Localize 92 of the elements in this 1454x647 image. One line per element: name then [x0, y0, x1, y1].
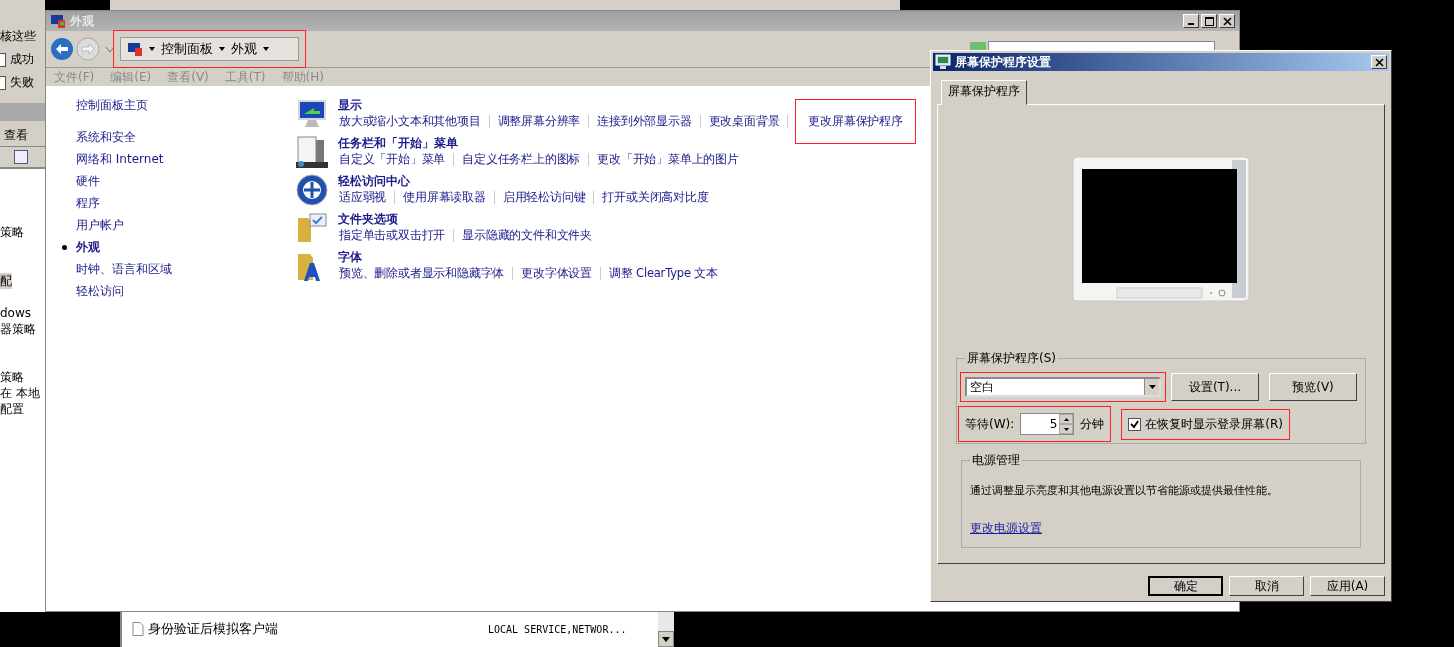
caret-icon[interactable]	[263, 47, 269, 51]
task-link[interactable]: 更改字体设置	[521, 266, 592, 281]
task-link[interactable]: 预览、删除或者显示和隐藏字体	[339, 266, 505, 281]
spin-down-button[interactable]	[1059, 424, 1074, 434]
dialog-button[interactable]: 应用(A)	[1310, 576, 1385, 596]
task-link[interactable]: 启用轻松访问键	[502, 190, 586, 205]
window-title: 外观	[70, 12, 95, 30]
close-button[interactable]	[1371, 55, 1387, 69]
close-button[interactable]	[1219, 14, 1235, 28]
accessibility-icon	[296, 174, 328, 206]
monitor-icon	[50, 13, 66, 29]
category-title[interactable]: 轻松访问中心	[338, 174, 710, 189]
category-title[interactable]: 文件夹选项	[338, 212, 593, 227]
spin-up-button[interactable]	[1059, 414, 1074, 424]
task-link[interactable]: 调整 ClearType 文本	[609, 266, 718, 281]
sidebar-link[interactable]: 控制面板主页	[76, 96, 148, 114]
checkbox-label: 成功	[10, 51, 34, 68]
tree-item[interactable]: 在 本地	[0, 385, 40, 401]
tree-item[interactable]: 策略	[0, 224, 24, 240]
checkbox[interactable]	[1128, 417, 1142, 431]
task-link[interactable]: 显示隐藏的文件和文件夹	[462, 228, 592, 243]
checkbox-label: 在恢复时显示登录屏幕(R)	[1145, 415, 1283, 433]
task-link[interactable]: 调整屏幕分辨率	[497, 114, 581, 129]
task-link[interactable]: 打开或关闭高对比度	[602, 190, 709, 205]
sidebar-link[interactable]: 网络和 Internet	[76, 150, 164, 168]
tree-item[interactable]: dows	[0, 305, 32, 321]
dialog-button[interactable]: 确定	[1148, 576, 1223, 596]
minutes-spinner[interactable]: 5	[1020, 413, 1075, 435]
document-icon	[132, 622, 144, 636]
panel-text: 核这些	[0, 28, 37, 45]
power-settings-link[interactable]: 更改电源设置	[970, 521, 1042, 535]
sidebar-link[interactable]: 时钟、语言和区域	[76, 260, 172, 278]
monitor-icon	[296, 98, 328, 130]
monitor-icon	[127, 41, 143, 57]
dialog-title: 屏幕保护程序设置	[955, 53, 1052, 71]
description-text: 通过调整显示亮度和其他电源设置以节省能源或提供最佳性能。	[970, 483, 1279, 498]
checkbox[interactable]	[0, 52, 6, 67]
sidebar-link[interactable]: 程序	[76, 194, 100, 212]
sidebar-link[interactable]: 硬件	[76, 172, 100, 190]
task-link[interactable]: 更改桌面背景	[708, 114, 780, 129]
group-label: 电源管理	[971, 452, 1021, 469]
tree-item[interactable]: 配置	[0, 401, 24, 417]
folder-icon	[296, 212, 328, 244]
breadcrumb-item[interactable]: 外观	[231, 40, 257, 58]
task-link[interactable]: 放大或缩小文本和其他项目	[339, 114, 481, 129]
title-bar	[0, 103, 45, 121]
task-link[interactable]: 使用屏幕读取器	[403, 190, 486, 205]
tree-item[interactable]: 策略	[0, 369, 24, 385]
group-label: 屏幕保护程序(S)	[966, 350, 1057, 367]
category-title[interactable]: 显示	[338, 98, 916, 113]
sidebar-link[interactable]: 系统和安全	[76, 128, 136, 146]
tree-item[interactable]: 配	[0, 273, 12, 289]
dialog-button[interactable]: 设置(T)...	[1171, 373, 1259, 401]
task-link[interactable]: 适应弱视	[339, 190, 387, 205]
screensaver-dropdown[interactable]: 空白	[965, 377, 1161, 397]
checkbox-label: 失败	[10, 74, 34, 91]
caret-icon[interactable]	[219, 47, 225, 51]
caret-icon	[662, 636, 670, 642]
task-link[interactable]: 自定义「开始」菜单	[339, 152, 446, 167]
caret-icon[interactable]	[149, 47, 155, 51]
task-link[interactable]: 连接到外部显示器	[597, 114, 692, 129]
category-title[interactable]: 任务栏和「开始」菜单	[338, 136, 740, 151]
task-link[interactable]: 更改屏幕保护程序	[808, 114, 903, 129]
maximize-button[interactable]	[1201, 14, 1217, 28]
scrollbar[interactable]	[658, 612, 674, 647]
field-label: 等待(W):	[965, 415, 1015, 433]
category-title[interactable]: 字体	[338, 250, 719, 265]
table-cell: LOCAL SERVICE,NETWOR...	[488, 623, 627, 635]
unit-label: 分钟	[1080, 415, 1105, 433]
task-link[interactable]: 更改「开始」菜单上的图片	[597, 152, 739, 167]
toolbar-icon[interactable]	[14, 150, 28, 164]
tab[interactable]: 屏幕保护程序	[941, 80, 1027, 105]
tree-item[interactable]: 器策略	[0, 321, 36, 337]
scroll-down-button[interactable]	[658, 631, 674, 647]
dialog-button[interactable]: 预览(V)	[1269, 373, 1357, 401]
dialog-button[interactable]: 取消	[1229, 576, 1304, 596]
document-icon	[296, 136, 328, 168]
menu-item[interactable]: 查看	[4, 128, 28, 142]
minimize-icon	[1188, 22, 1194, 25]
task-link[interactable]: 指定单击或双击打开	[339, 228, 446, 243]
back-button[interactable]	[50, 37, 74, 61]
sidebar-link[interactable]: 轻松访问	[76, 282, 124, 300]
minimize-button[interactable]	[1183, 14, 1199, 28]
task-link[interactable]: 自定义任务栏上的图标	[462, 152, 581, 167]
sidebar-link[interactable]: 用户帐户	[76, 216, 124, 234]
address-bar[interactable]: 控制面板 外观	[120, 37, 299, 61]
monitor-icon	[935, 54, 951, 70]
checkbox[interactable]	[0, 75, 6, 90]
list-item[interactable]: 身份验证后模拟客户端	[148, 620, 484, 638]
maximize-icon	[1204, 16, 1214, 26]
sidebar-link[interactable]: 外观	[76, 238, 100, 256]
breadcrumb-item[interactable]: 控制面板	[161, 40, 213, 58]
